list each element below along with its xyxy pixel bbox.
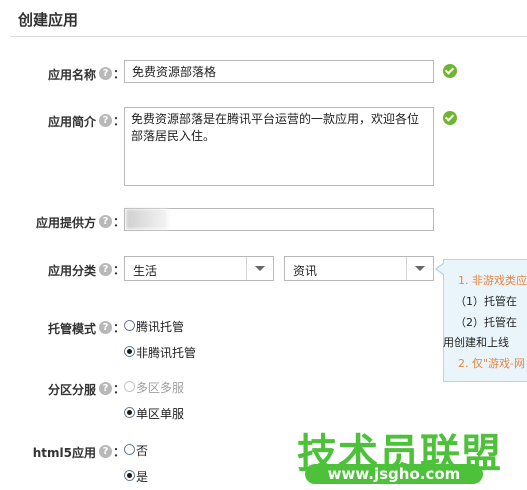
app-intro-textarea[interactable]: 免费资源部落是在腾讯平台运营的一款应用，欢迎各位部落居民入住。 [124, 107, 434, 186]
tooltip-line: （1）托管在 [455, 295, 517, 308]
html5-no-label[interactable]: 否 [136, 442, 148, 459]
partition-multi-radio [124, 381, 135, 392]
provider-input[interactable] [124, 208, 434, 231]
html5-yes-label[interactable]: 是 [136, 468, 148, 485]
category-label: 应用分类 [47, 264, 96, 278]
category-secondary-value: 资讯 [293, 264, 318, 278]
help-icon[interactable]: ? [99, 114, 112, 127]
name-label: 应用名称 [47, 68, 96, 82]
html5-yes-radio[interactable] [124, 470, 135, 481]
app-name-input[interactable] [124, 60, 434, 83]
category-secondary-select[interactable]: 资讯 [284, 256, 434, 281]
provider-label: 应用提供方 [35, 216, 96, 230]
tooltip-line: 1. 非游戏类应 [458, 274, 527, 287]
name-valid-check-icon [443, 64, 457, 78]
partition-label: 分区分服 [47, 383, 96, 397]
tooltip-line: （2）托管在 [455, 316, 517, 329]
hosting-non-tencent-label[interactable]: 非腾讯托管 [136, 344, 196, 361]
intro-valid-check-icon [443, 111, 457, 125]
colon: ： [113, 321, 126, 335]
page-title: 创建应用 [18, 11, 79, 29]
category-primary-select[interactable]: 生活 [124, 256, 274, 281]
html5-label: html5应用 [32, 446, 96, 460]
hosting-label: 托管模式 [47, 322, 96, 336]
html5-no-radio[interactable] [124, 444, 135, 455]
chevron-down-icon[interactable] [246, 257, 273, 280]
colon: ： [113, 445, 126, 459]
tooltip-line: 用创建和上线 [443, 336, 509, 349]
redacted-provider-name [126, 209, 168, 229]
hosting-tencent-radio[interactable] [124, 320, 135, 331]
tooltip-line: 2. 仅"游戏-网 [458, 357, 526, 370]
help-icon[interactable]: ? [99, 445, 112, 458]
help-icon[interactable]: ? [99, 382, 112, 395]
intro-label: 应用简介 [47, 115, 96, 129]
colon: ： [113, 382, 126, 396]
partition-single-label[interactable]: 单区单服 [136, 405, 184, 422]
hosting-tencent-label[interactable]: 腾讯托管 [136, 318, 184, 335]
chevron-down-icon[interactable] [406, 257, 433, 280]
tooltip-pointer-fill [437, 263, 445, 275]
help-icon[interactable]: ? [99, 321, 112, 334]
hosting-non-tencent-radio[interactable] [124, 346, 135, 357]
partition-multi-label: 多区多服 [136, 381, 185, 395]
help-icon[interactable]: ? [99, 215, 112, 228]
help-icon[interactable]: ? [99, 263, 112, 276]
help-icon[interactable]: ? [99, 67, 112, 80]
title-divider [10, 36, 527, 37]
category-primary-value: 生活 [133, 264, 158, 278]
watermark-url: www.jsgho.com [305, 464, 483, 484]
partition-single-radio[interactable] [124, 407, 135, 418]
